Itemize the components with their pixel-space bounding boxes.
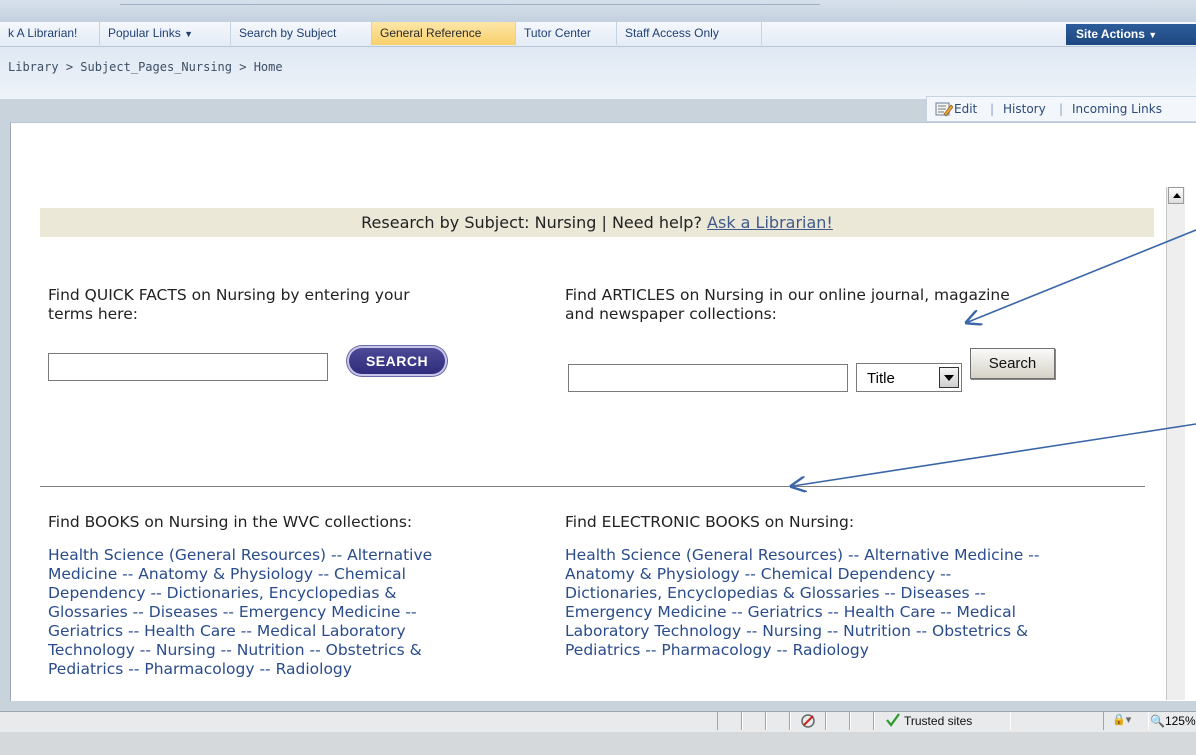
articles-label: Find ARTICLES on Nursing in our online j… — [565, 286, 1010, 324]
breadcrumb-item-library[interactable]: Library — [8, 60, 59, 74]
scroll-up-arrow-icon[interactable] — [1168, 187, 1184, 204]
nav-item-general-reference[interactable]: General Reference — [372, 22, 516, 45]
books-link-line[interactable]: Health Science (General Resources) -- Al… — [48, 546, 432, 565]
books-link-line[interactable]: Dependency -- Dictionaries, Encyclopedia… — [48, 584, 432, 603]
status-bar-inner — [0, 711, 1196, 732]
nav-item-tutor-center[interactable]: Tutor Center — [516, 22, 617, 45]
divider: | — [1059, 102, 1064, 116]
breadcrumb-item-home: Home — [253, 60, 283, 74]
ebooks-link-line[interactable]: Pediatrics -- Pharmacology -- Radiology — [565, 641, 1039, 660]
chevron-down-icon: ▼ — [184, 29, 193, 39]
site-actions-label: Site Actions — [1076, 27, 1145, 41]
ebooks-link-line[interactable]: Emergency Medicine -- Geriatrics -- Heal… — [565, 603, 1039, 622]
zoom-value: 125% — [1164, 714, 1196, 728]
status-cell — [717, 712, 743, 730]
quick-facts-search-input[interactable] — [48, 353, 328, 381]
breadcrumb-separator: > — [65, 60, 74, 74]
books-link-line[interactable]: Geriatrics -- Health Care -- Medical Lab… — [48, 622, 432, 641]
books-link-line[interactable]: Pediatrics -- Pharmacology -- Radiology — [48, 660, 432, 679]
articles-label-line: Find ARTICLES on Nursing in our online j… — [565, 286, 1010, 304]
search-button-label: SEARCH — [365, 353, 429, 369]
breadcrumb-separator: > — [239, 60, 247, 74]
edit-icon — [935, 102, 953, 117]
chevron-down-icon: ▼ — [1148, 30, 1158, 40]
status-cell — [789, 712, 827, 730]
privacy-icon[interactable] — [800, 712, 818, 730]
breadcrumb: Library > Subject_Pages_Nursing > Home — [8, 60, 283, 74]
checkmark-icon — [886, 713, 900, 727]
research-banner: Research by Subject: Nursing | Need help… — [40, 208, 1154, 237]
nav-item-ask-librarian[interactable]: k A Librarian! — [0, 22, 100, 45]
articles-search-input[interactable] — [568, 364, 848, 392]
ebooks-link-line[interactable]: Anatomy & Physiology -- Chemical Depende… — [565, 565, 1039, 584]
ebooks-link-line[interactable]: Dictionaries, Encyclopedias & Glossaries… — [565, 584, 1039, 603]
status-cell — [825, 712, 851, 730]
books-subject-links: Health Science (General Resources) -- Al… — [48, 546, 432, 679]
ebooks-link-line[interactable]: Laboratory Technology -- Nursing -- Nutr… — [565, 622, 1039, 641]
nav-item-label: Search by Subject — [239, 26, 337, 40]
nav-item-label: General Reference — [380, 26, 482, 40]
history-link[interactable]: History — [1003, 102, 1046, 116]
articles-search-button-label: Search — [988, 355, 1037, 372]
status-cell — [741, 712, 767, 730]
page-actions-bar: Edit | History | Incoming Links — [926, 96, 1196, 122]
articles-field-select[interactable]: Title — [856, 363, 962, 392]
articles-field-select-value: Title — [867, 370, 895, 387]
site-actions-button[interactable]: Site Actions ▼ — [1066, 24, 1196, 45]
nav-item-label: k A Librarian! — [8, 26, 78, 40]
status-cell — [765, 712, 791, 730]
browser-top-strip — [0, 0, 1196, 22]
books-link-line[interactable]: Technology -- Nursing -- Nutrition -- Ob… — [48, 641, 432, 660]
ask-librarian-link[interactable]: Ask a Librarian! — [707, 213, 833, 232]
ebooks-subject-links: Health Science (General Resources) -- Al… — [565, 546, 1039, 660]
books-link-line[interactable]: Medicine -- Anatomy & Physiology -- Chem… — [48, 565, 432, 584]
top-strip-lines — [120, 0, 820, 5]
status-cell: 🔒▾ — [1103, 712, 1149, 730]
chevron-down-icon[interactable] — [939, 367, 959, 388]
ebooks-label: Find ELECTRONIC BOOKS on Nursing: — [565, 513, 855, 531]
quick-facts-label: Find QUICK FACTS on Nursing by entering … — [48, 286, 410, 324]
quick-facts-search-button[interactable]: SEARCH — [347, 346, 447, 376]
breadcrumb-item-subject-pages-nursing[interactable]: Subject_Pages_Nursing — [80, 60, 232, 74]
divider: | — [990, 102, 995, 116]
quick-facts-label-line: Find QUICK FACTS on Nursing by entering … — [48, 286, 410, 304]
incoming-links-link[interactable]: Incoming Links — [1072, 102, 1162, 116]
nav-item-staff-access[interactable]: Staff Access Only — [617, 22, 762, 45]
section-divider — [40, 486, 1145, 487]
security-zone-label: Trusted sites — [904, 714, 973, 728]
protected-mode-icon[interactable]: 🔒▾ — [1112, 713, 1131, 726]
nav-item-label: Staff Access Only — [625, 26, 719, 40]
nav-item-popular-links[interactable]: Popular Links ▼ — [100, 22, 231, 45]
articles-search-button[interactable]: Search — [970, 348, 1055, 379]
vertical-scrollbar[interactable] — [1166, 187, 1185, 700]
nav-item-label: Popular Links — [108, 26, 181, 40]
articles-label-line: and newspaper collections: — [565, 305, 777, 323]
nav-item-label: Tutor Center — [524, 26, 591, 40]
edit-link[interactable]: Edit — [954, 102, 977, 116]
zoom-icon: 🔍 — [1150, 714, 1165, 728]
quick-facts-label-line: terms here: — [48, 305, 138, 323]
nav-item-search-by-subject[interactable]: Search by Subject — [231, 22, 372, 45]
books-label: Find BOOKS on Nursing in the WVC collect… — [48, 513, 413, 531]
banner-text: Research by Subject: Nursing | Need help… — [361, 213, 702, 232]
top-nav-bar: k A Librarian! Popular Links ▼ Search by… — [0, 22, 1196, 47]
books-link-line[interactable]: Glossaries -- Diseases -- Emergency Medi… — [48, 603, 432, 622]
status-cell — [849, 712, 875, 730]
zoom-level[interactable]: 🔍125% — [1150, 712, 1196, 730]
ebooks-link-line[interactable]: Health Science (General Resources) -- Al… — [565, 546, 1039, 565]
